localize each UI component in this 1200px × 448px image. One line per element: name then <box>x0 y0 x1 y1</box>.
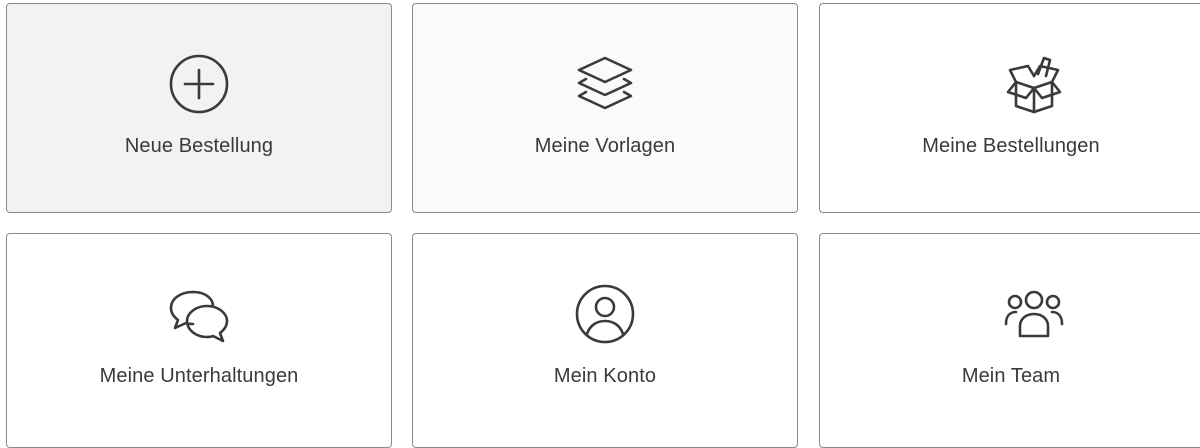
tile-label: Meine Vorlagen <box>534 135 676 157</box>
team-icon <box>1002 282 1066 346</box>
tile-meine-vorlagen[interactable]: Meine Vorlagen <box>412 3 798 213</box>
tile-meine-bestellungen[interactable]: Meine Bestellungen <box>819 3 1200 213</box>
layers-icon <box>573 52 637 116</box>
tile-label: Mein Konto <box>553 365 657 387</box>
tile-label: Neue Bestellung <box>124 135 274 157</box>
tile-mein-team[interactable]: Mein Team <box>819 233 1200 448</box>
tile-neue-bestellung[interactable]: Neue Bestellung <box>6 3 392 213</box>
tile-meine-unterhaltungen[interactable]: Meine Unterhaltungen <box>6 233 392 448</box>
tile-mein-konto[interactable]: Mein Konto <box>412 233 798 448</box>
open-box-icon <box>1002 52 1066 116</box>
tile-label: Meine Unterhaltungen <box>99 365 299 387</box>
tile-label: Mein Team <box>961 365 1061 387</box>
tile-label: Meine Bestellungen <box>922 135 1100 157</box>
chat-bubbles-icon <box>167 282 231 346</box>
plus-circle-icon <box>167 52 231 116</box>
user-circle-icon <box>573 282 637 346</box>
